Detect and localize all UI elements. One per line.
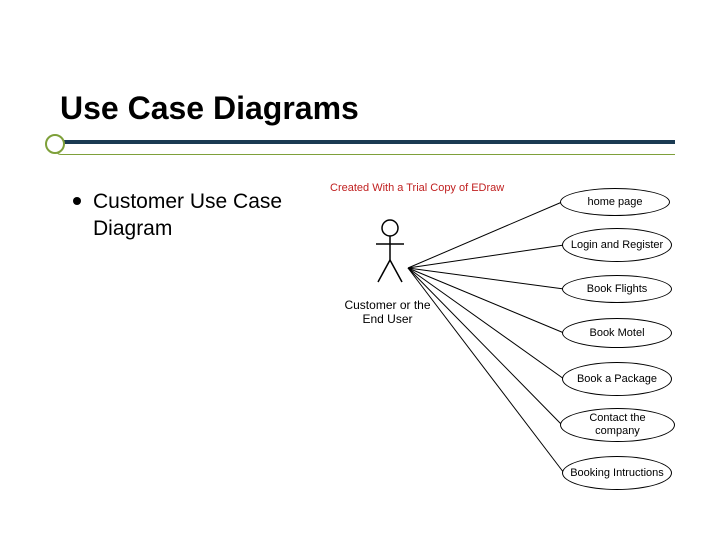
uc-home: home page	[560, 188, 670, 216]
actor-label: Customer or the End User	[340, 298, 435, 327]
title-underline	[55, 140, 675, 155]
uc-booking: Booking Intructions	[562, 456, 672, 490]
actor-icon	[370, 218, 410, 288]
bullet-item: Customer Use Case Diagram	[73, 188, 323, 243]
page-title: Use Case Diagrams	[60, 90, 359, 127]
use-case-diagram: Customer or the End User home page Login …	[330, 178, 690, 518]
bullet-icon	[73, 197, 81, 205]
bullet-text: Customer Use Case Diagram	[93, 188, 323, 243]
uc-flights: Book Flights	[562, 275, 672, 303]
uc-package: Book a Package	[562, 362, 672, 396]
slide: Use Case Diagrams Customer Use Case Diag…	[0, 0, 720, 540]
uc-contact: Contact the company	[560, 408, 675, 442]
uc-login: Login and Register	[562, 228, 672, 262]
uc-motel: Book Motel	[562, 318, 672, 348]
